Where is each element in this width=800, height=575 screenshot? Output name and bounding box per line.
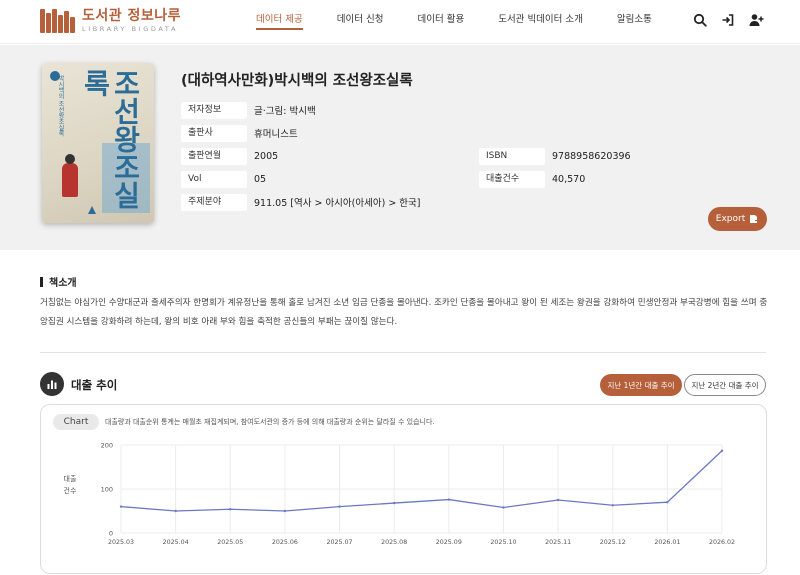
cover-figure — [62, 154, 78, 197]
cover-subtitle: 박시백의 조선왕조실록 — [57, 75, 64, 137]
x-tick-label: 2025.08 — [381, 539, 407, 546]
x-tick-label: 2026.02 — [709, 539, 735, 546]
nav-item-data-request[interactable]: 데이터 신청 — [337, 0, 384, 44]
data-point — [174, 509, 177, 513]
x-tick-label: 2025.10 — [490, 539, 516, 546]
logo-subtitle: LIBRARY BIGDATA — [82, 25, 178, 34]
x-tick-label: 2025.09 — [436, 539, 462, 546]
data-point — [502, 506, 505, 509]
period-2y-button[interactable]: 지난 2년간 대출 추이 — [684, 374, 766, 396]
data-point — [338, 505, 341, 508]
data-point — [119, 505, 123, 508]
data-point — [392, 501, 396, 505]
book-detail-section: 박시백의 조선왕조실록 조선왕조실록 (대하역사만화)박시백의 조선왕조실록 저… — [0, 45, 800, 250]
intro-heading: 책소개 — [40, 274, 77, 289]
x-tick-label: 2025.12 — [600, 539, 626, 546]
info-vol: Vol 05 — [181, 170, 266, 188]
section-divider — [40, 352, 766, 353]
x-tick-label: 2025.07 — [327, 539, 353, 546]
info-loans: 대출건수 40,570 — [479, 170, 585, 188]
nav-item-notice[interactable]: 알림소통 — [617, 0, 652, 44]
search-icon[interactable] — [692, 12, 708, 28]
info-publisher: 출판사 휴머니스트 — [181, 124, 298, 142]
data-point — [283, 509, 287, 513]
x-tick-label: 2026.01 — [654, 539, 680, 546]
intro-text: 거침없는 야심가인 수양대군과 출세주의자 한명회가 계유정난을 통해 홀로 남… — [40, 298, 768, 327]
export-icon — [750, 215, 760, 223]
info-year: 출판연월 2005 — [181, 147, 278, 165]
info-author: 저자정보 글·그림: 박시백 — [181, 101, 316, 119]
series-line — [120, 450, 723, 512]
header-actions — [692, 12, 764, 28]
info-isbn: ISBN 9788958620396 — [479, 147, 631, 165]
trend-title: 대출 추이 — [71, 378, 118, 392]
nav-item-data-use[interactable]: 데이터 활용 — [417, 0, 464, 44]
bar-chart-icon — [40, 372, 64, 396]
chart-canvas: 0 100 200 2025.03 2025.04 2025.05 2025.06 2025.… — [101, 442, 735, 547]
data-point — [611, 504, 614, 507]
nav-item-data-provide[interactable]: 데이터 제공 — [256, 0, 303, 44]
book-title: (대하역사만화)박시백의 조선왕조실록 — [181, 73, 413, 89]
signup-icon[interactable] — [748, 12, 764, 28]
y-tick-label: 100 — [101, 486, 113, 494]
main-nav: 데이터 제공 데이터 신청 데이터 활용 도서관 빅데이터 소개 알림소통 — [256, 0, 686, 44]
book-cover-image: 박시백의 조선왕조실록 조선왕조실록 — [42, 63, 154, 223]
data-point — [720, 449, 724, 452]
data-point — [447, 498, 451, 501]
y-tick-label: 200 — [101, 442, 113, 450]
site-logo[interactable]: 도서관 정보나루 LIBRARY BIGDATA — [40, 9, 181, 33]
cover-title: 조선왕조실록 — [79, 69, 142, 209]
x-tick-label: 2025.03 — [108, 539, 134, 546]
info-subject: 주제분야 911.05 [역사 > 아시아(아세아) > 한국] — [181, 193, 421, 211]
data-point — [666, 501, 669, 504]
data-point — [556, 498, 560, 502]
logo-books-icon — [40, 9, 76, 33]
export-button[interactable]: Export — [708, 207, 767, 231]
nav-item-about[interactable]: 도서관 빅데이터 소개 — [498, 0, 583, 44]
site-header: 도서관 정보나루 LIBRARY BIGDATA 데이터 제공 데이터 신청 데… — [0, 0, 800, 44]
x-tick-label: 2025.11 — [545, 539, 571, 546]
login-icon[interactable] — [720, 12, 736, 28]
x-tick-label: 2025.06 — [272, 539, 298, 546]
x-tick-label: 2025.04 — [163, 539, 189, 546]
logo-title: 도서관 정보나루 — [82, 8, 182, 25]
y-tick-label: 0 — [109, 530, 113, 538]
loan-trend-chart: Chart 대출량과 대출순위 통계는 매월초 재집계되며, 참여도서관의 증가… — [40, 404, 767, 574]
data-point — [229, 508, 232, 511]
x-tick-label: 2025.05 — [217, 539, 243, 546]
period-1y-button[interactable]: 지난 1년간 대출 추이 — [600, 374, 682, 396]
